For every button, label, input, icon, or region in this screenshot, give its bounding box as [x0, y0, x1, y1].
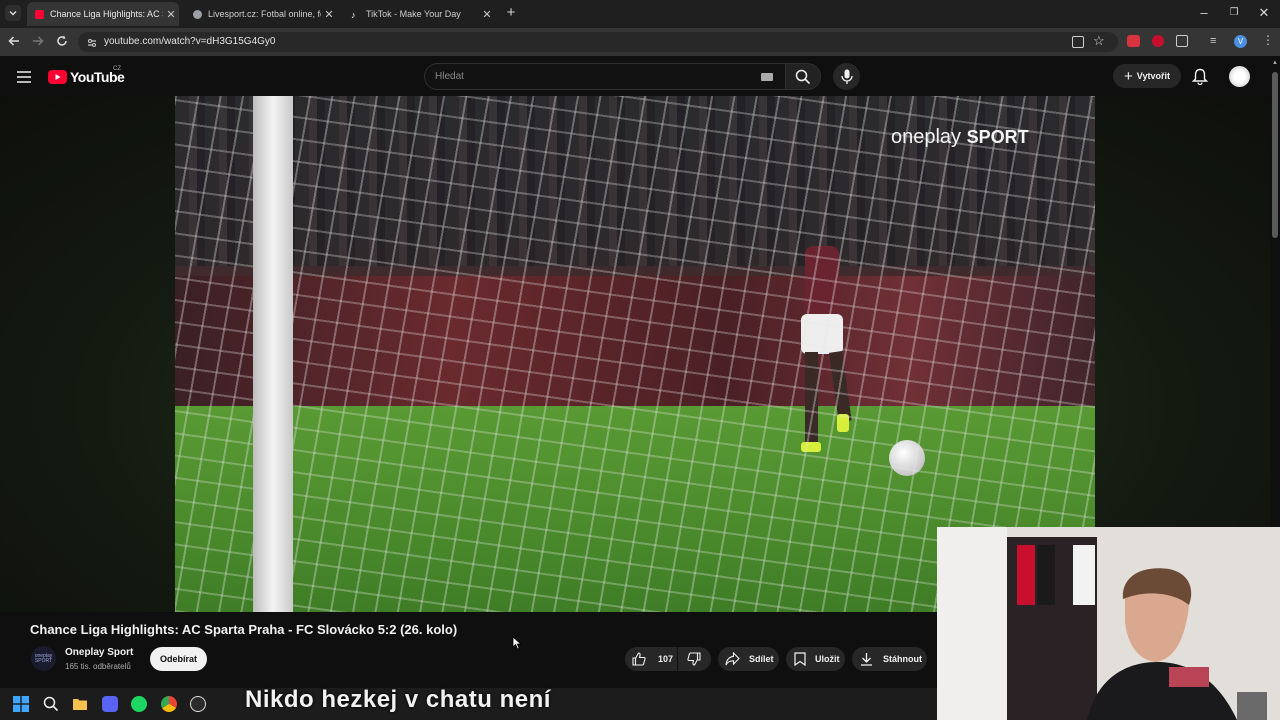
subscribe-button[interactable]: Odebírat: [150, 647, 207, 671]
puzzle-icon[interactable]: [1176, 35, 1188, 47]
obs-icon[interactable]: [190, 696, 206, 712]
thumbs-down-icon: [687, 652, 701, 666]
forward-icon[interactable]: [30, 34, 46, 50]
search-placeholder: Hledat: [435, 71, 464, 82]
search-input[interactable]: Hledat: [424, 63, 786, 90]
region-code: CZ: [113, 66, 121, 72]
subscriber-count: 165 tis. odběratelů: [65, 662, 131, 671]
download-button[interactable]: Stáhnout: [852, 647, 927, 671]
webcam-scene: [937, 527, 1280, 720]
stream-caption-overlay: Nikdo hezkej v chatu není: [245, 686, 551, 713]
close-tab-icon[interactable]: ✕: [479, 8, 495, 21]
watermark-sport: SPORT: [966, 127, 1029, 147]
url-text[interactable]: youtube.com/watch?v=dH3G15G4Gy0: [104, 36, 275, 47]
back-icon[interactable]: [6, 34, 22, 50]
extension-icon[interactable]: [1152, 35, 1164, 47]
tiktok-favicon-icon: ♪: [351, 9, 356, 20]
search-button[interactable]: [785, 63, 821, 90]
save-button[interactable]: Uložit: [786, 647, 845, 671]
mouse-cursor-icon: [512, 636, 522, 650]
oneplay-sport-watermark: oneplay SPORT: [891, 126, 1029, 149]
share-button[interactable]: Sdílet: [718, 647, 779, 671]
reload-icon[interactable]: [54, 34, 70, 50]
profile-avatar[interactable]: V: [1234, 35, 1247, 48]
minimize-icon[interactable]: –: [1196, 5, 1212, 21]
like-button[interactable]: 107: [625, 647, 677, 671]
goal-post: [253, 96, 293, 612]
windows-start-icon[interactable]: [13, 696, 29, 712]
close-tab-icon[interactable]: ✕: [321, 8, 337, 21]
keyboard-icon[interactable]: [761, 73, 773, 81]
bookmark-star-icon[interactable]: ☆: [1093, 33, 1105, 49]
bookmark-icon: [794, 652, 806, 666]
file-explorer-icon[interactable]: [72, 696, 88, 712]
tab-label: Chance Liga Highlights: AC Sparta: [50, 9, 163, 19]
close-window-icon[interactable]: ✕: [1256, 5, 1272, 21]
tab-label: TikTok - Make Your Day: [366, 9, 461, 19]
tab-label: Livesport.cz: Fotbal online, fotb: [208, 9, 321, 19]
thumbs-up-icon: [632, 652, 646, 666]
close-tab-icon[interactable]: ✕: [163, 8, 179, 21]
tab-tiktok[interactable]: ♪ TikTok - Make Your Day ✕: [343, 2, 495, 26]
like-count: 107: [658, 654, 674, 664]
tab-search-icon[interactable]: [5, 5, 21, 21]
channel-avatar-text: oneplay SPORT: [34, 652, 53, 664]
scroll-up-arrow-icon[interactable]: ▲: [1272, 60, 1278, 66]
download-label: Stáhnout: [883, 654, 922, 664]
tab-youtube[interactable]: Chance Liga Highlights: AC Sparta ✕: [27, 2, 179, 26]
share-icon: [725, 652, 740, 666]
video-title: Chance Liga Highlights: AC Sparta Praha …: [30, 622, 458, 637]
site-info-icon[interactable]: [86, 36, 98, 48]
subscribe-label: Odebírat: [159, 654, 197, 664]
dislike-button[interactable]: [678, 647, 711, 671]
save-label: Uložit: [815, 654, 840, 664]
create-button[interactable]: + Vytvořit: [1113, 64, 1181, 88]
channel-name[interactable]: Oneplay Sport: [65, 647, 133, 658]
share-label: Sdílet: [749, 654, 774, 664]
youtube-play-icon: [48, 70, 67, 84]
voice-search-button[interactable]: [833, 63, 860, 90]
extension-icon[interactable]: [1127, 35, 1140, 47]
watermark-oneplay: oneplay: [891, 126, 962, 148]
tab-livesport[interactable]: Livesport.cz: Fotbal online, fotb ✕: [185, 2, 337, 26]
media-controls-icon[interactable]: ≡: [1210, 35, 1216, 47]
notifications-bell-icon[interactable]: [1191, 68, 1209, 86]
menu-kebab-icon[interactable]: ⋮: [1262, 33, 1274, 47]
new-tab-icon[interactable]: +: [503, 5, 519, 21]
download-icon: [861, 653, 872, 666]
streamer-webcam: [937, 527, 1280, 720]
chrome-icon[interactable]: [161, 696, 177, 712]
hamburger-menu-icon[interactable]: [17, 70, 31, 83]
create-label: Vytvořit: [1136, 71, 1170, 81]
scrollbar-thumb[interactable]: [1272, 72, 1278, 238]
plus-icon: +: [1124, 67, 1133, 85]
discord-icon[interactable]: [102, 696, 118, 712]
livesport-favicon-icon: [193, 9, 202, 19]
browser-tab-bar: Chance Liga Highlights: AC Sparta ✕ Live…: [0, 0, 1280, 28]
youtube-favicon-icon: [35, 9, 44, 19]
microphone-icon: [841, 69, 853, 84]
account-avatar[interactable]: [1229, 66, 1250, 87]
taskbar-search-icon[interactable]: [43, 696, 59, 712]
channel-avatar[interactable]: oneplay SPORT: [31, 646, 56, 671]
search-icon: [795, 69, 811, 85]
spotify-icon[interactable]: [131, 696, 147, 712]
restore-icon[interactable]: ❐: [1226, 5, 1242, 21]
cast-icon[interactable]: [1072, 36, 1084, 48]
